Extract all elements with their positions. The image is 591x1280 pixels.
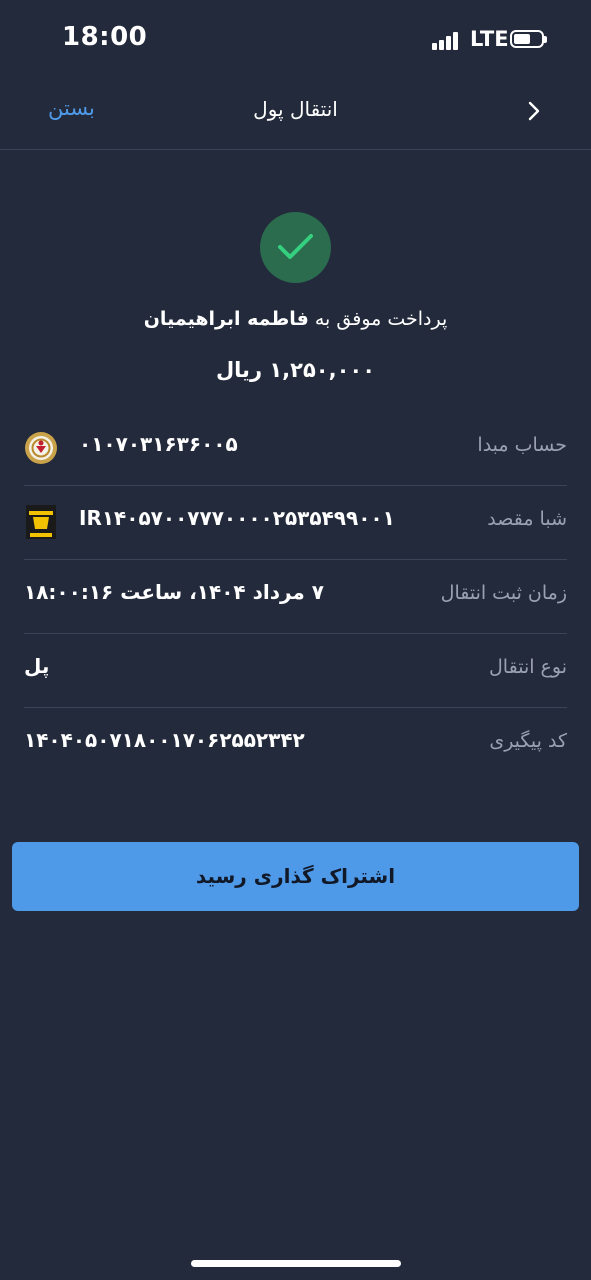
- share-receipt-button[interactable]: اشتراک گذاری رسید: [12, 842, 579, 911]
- transfer-amount: ۱,۲۵۰,۰۰۰ ریال: [215, 358, 376, 382]
- battery-icon: [510, 30, 547, 48]
- checkmark-icon: [278, 234, 313, 259]
- transfer-time-label: زمان ثبت انتقال: [440, 582, 567, 604]
- bank-saderat-logo: [26, 505, 56, 539]
- transfer-time-value: ۷ مرداد ۱۴۰۴، ساعت ۱۸:۰۰:۱۶: [24, 580, 324, 604]
- chevron-right-icon[interactable]: [524, 100, 544, 122]
- cellular-signal-icon: [432, 30, 464, 50]
- tracking-code-label: کد پیگیری: [489, 730, 567, 752]
- bank-melli-logo: [25, 432, 57, 464]
- detail-row-source-account: ۰۱۰۷۰۳۱۶۳۶۰۰۵ حساب مبدا: [24, 411, 567, 486]
- detail-row-transfer-type: پل نوع انتقال: [24, 633, 567, 708]
- recipient-name: فاطمه ابراهیمیان: [143, 308, 309, 330]
- transfer-type-label: نوع انتقال: [489, 656, 567, 678]
- success-prefix: پرداخت موفق به: [314, 308, 448, 330]
- transfer-type-value: پل: [24, 654, 50, 678]
- source-account-value: ۰۱۰۷۰۳۱۶۳۶۰۰۵: [79, 432, 238, 456]
- detail-row-tracking-code: ۱۴۰۴۰۵۰۷۱۸۰۰۱۷۰۶۲۵۵۲۳۴۲ کد پیگیری: [24, 707, 567, 781]
- status-bar: 18:00 LTE: [0, 0, 591, 80]
- success-message: پرداخت موفق به فاطمه ابراهیمیان: [0, 308, 591, 330]
- home-indicator[interactable]: [191, 1260, 401, 1267]
- destination-iban-value: IR۱۴۰۵۷۰۰۷۷۷۰۰۰۰۲۵۳۵۴۹۹۰۰۱: [79, 506, 395, 530]
- detail-row-destination-iban: IR۱۴۰۵۷۰۰۷۷۷۰۰۰۰۲۵۳۵۴۹۹۰۰۱ شبا مقصد: [24, 485, 567, 560]
- page-title: انتقال پول: [253, 97, 338, 121]
- source-account-label: حساب مبدا: [477, 434, 567, 456]
- network-type: LTE: [470, 27, 509, 51]
- destination-iban-label: شبا مقصد: [487, 508, 567, 530]
- tracking-code-value: ۱۴۰۴۰۵۰۷۱۸۰۰۱۷۰۶۲۵۵۲۳۴۲: [24, 728, 305, 752]
- nav-bar: بستن انتقال پول: [0, 80, 591, 150]
- detail-row-transfer-time: ۷ مرداد ۱۴۰۴، ساعت ۱۸:۰۰:۱۶ زمان ثبت انت…: [24, 559, 567, 634]
- status-time: 18:00: [62, 22, 148, 52]
- success-icon: [260, 212, 331, 283]
